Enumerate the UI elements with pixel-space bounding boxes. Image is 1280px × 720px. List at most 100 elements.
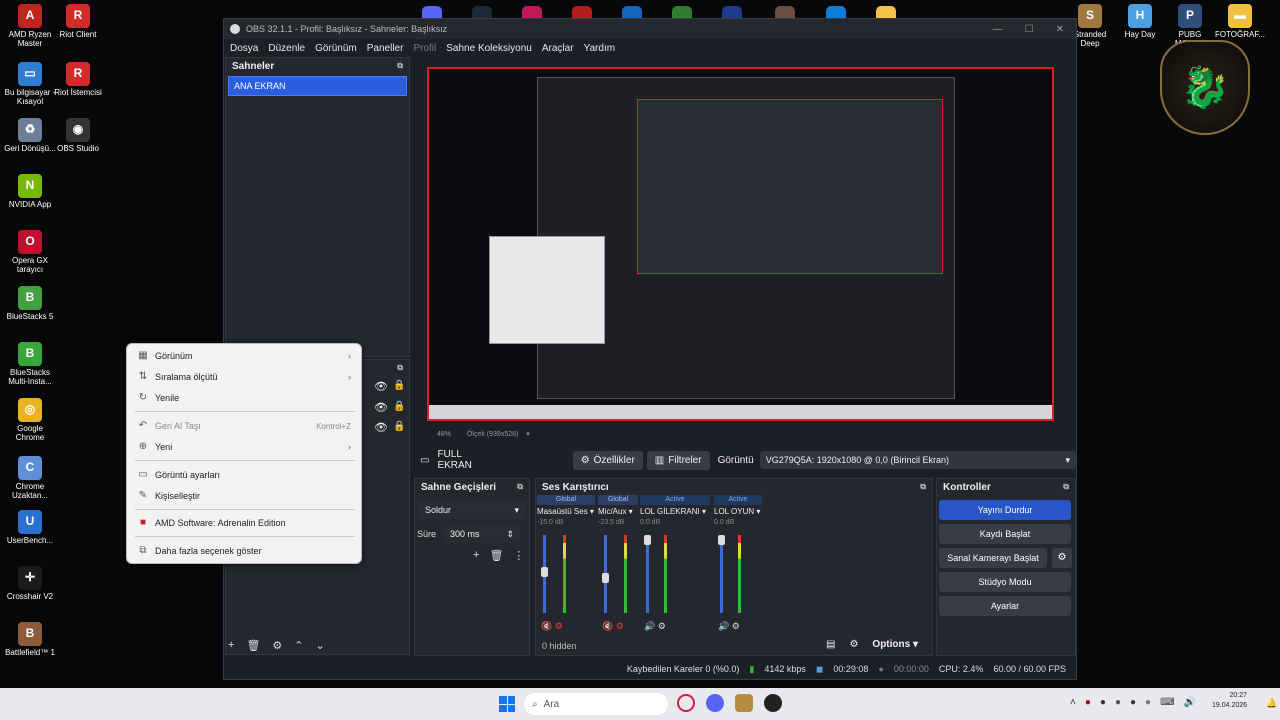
desktop-icon[interactable]: ✛ Crosshair V2 xyxy=(4,566,56,602)
volume-slider-knob[interactable] xyxy=(602,573,609,583)
float-dock-icon[interactable]: ⧉ xyxy=(517,482,523,492)
filters-button[interactable]: ▥ Filtreler xyxy=(646,450,710,470)
desktop-icon[interactable]: B BlueStacks Multi-Insta... xyxy=(4,342,56,387)
volume-slider[interactable] xyxy=(646,535,649,613)
start-icon[interactable] xyxy=(499,696,515,712)
opera-gx-icon[interactable] xyxy=(677,694,695,712)
menu-edit[interactable]: Düzenle xyxy=(268,43,305,54)
preview-canvas[interactable] xyxy=(427,67,1054,421)
start-virtual-camera-button[interactable]: Sanal Kamerayı Başlat xyxy=(939,548,1047,568)
scene-item-ana-ekran[interactable]: ANA EKRAN xyxy=(228,76,407,96)
virtual-camera-settings-icon[interactable]: ⚙ xyxy=(1052,548,1072,568)
mute-settings-icons[interactable]: 🔇 ⚙ xyxy=(602,621,624,632)
chevron-down-icon[interactable]: ▾ xyxy=(526,431,530,438)
transition-select[interactable]: Soldur ▾ xyxy=(419,501,525,519)
chevron-up-icon[interactable]: ˄ xyxy=(1070,697,1076,708)
desktop-icon[interactable]: ◎ Google Chrome xyxy=(4,398,56,443)
settings-icon[interactable]: ⚙ xyxy=(849,639,858,650)
ctx-undo-move[interactable]: ↶ Geri Al Taşı Kontrol+Z xyxy=(127,416,361,436)
ctx-sort-by[interactable]: ⇅ Sıralama ölçütü › xyxy=(127,367,361,387)
desktop-icon[interactable]: ▭ Bu bilgisayar - Kısayol xyxy=(4,62,56,107)
desktop-icon[interactable]: R Riot İstemcisi xyxy=(52,62,104,98)
volume-slider-knob[interactable] xyxy=(644,535,651,545)
volume-slider-knob[interactable] xyxy=(541,567,548,577)
close-icon[interactable]: ✕ xyxy=(1056,24,1064,35)
mute-settings-icons[interactable]: 🔇 ⚙ xyxy=(541,621,563,632)
float-dock-icon[interactable]: ⧉ xyxy=(1063,482,1069,492)
settings-button[interactable]: Ayarlar xyxy=(939,596,1071,616)
volume-icon[interactable]: 🔊 xyxy=(1184,697,1196,708)
tray-app-icon[interactable]: ● xyxy=(1100,697,1106,708)
tray-app-icon[interactable]: ● xyxy=(1130,697,1136,708)
channel-name[interactable]: LOL GİLEKRANI ▾ xyxy=(640,507,710,516)
minimize-icon[interactable]: — xyxy=(993,24,1003,35)
desktop-icon[interactable]: N NVIDIA App xyxy=(4,174,56,210)
trash-icon[interactable]: 🗑 xyxy=(489,549,503,562)
lock-icon[interactable]: 🔒 xyxy=(393,380,405,391)
volume-slider-knob[interactable] xyxy=(718,535,725,545)
clock[interactable]: 20:27 19.04.2026 xyxy=(1212,691,1247,711)
menu-help[interactable]: Yardım xyxy=(584,43,616,54)
float-dock-icon[interactable]: ⧉ xyxy=(397,363,403,373)
tray-app-icon[interactable]: ● xyxy=(1145,697,1151,708)
studio-mode-button[interactable]: Stüdyo Modu xyxy=(939,572,1071,592)
move-down-icon[interactable]: ⌄ xyxy=(316,639,325,652)
tray-app-icon[interactable]: ● xyxy=(1085,697,1091,708)
desktop-icon[interactable]: H Hay Day xyxy=(1114,4,1166,40)
menu-view[interactable]: Görünüm xyxy=(315,43,357,54)
layout-icon[interactable]: ▤ xyxy=(826,639,835,650)
mute-settings-icons[interactable]: 🔊 ⚙ xyxy=(644,621,666,632)
stop-streaming-button[interactable]: Yayını Durdur xyxy=(939,500,1071,520)
channel-name[interactable]: Mic/Aux ▾ xyxy=(598,507,638,516)
desktop-icon[interactable]: C Chrome Uzaktan... xyxy=(4,456,56,501)
options-button[interactable]: Options ▾ xyxy=(872,639,918,650)
eye-icon[interactable]: 👁 xyxy=(374,401,388,414)
discord-icon[interactable] xyxy=(706,694,724,712)
volume-slider[interactable] xyxy=(720,535,723,613)
eye-icon[interactable]: 👁 xyxy=(374,421,388,434)
menu-file[interactable]: Dosya xyxy=(230,43,258,54)
float-dock-icon[interactable]: ⧉ xyxy=(920,482,926,492)
gear-icon[interactable]: ⚙ xyxy=(272,639,282,652)
desktop-icon[interactable]: O Opera GX tarayıcı xyxy=(4,230,56,275)
ctx-personalize[interactable]: ✎ Kişiselleştir xyxy=(127,486,361,506)
channel-name[interactable]: Masaüstü Ses ▾ xyxy=(537,507,595,516)
float-dock-icon[interactable]: ⧉ xyxy=(397,61,403,71)
more-icon[interactable]: ⋮ xyxy=(513,549,524,562)
menu-tools[interactable]: Araçlar xyxy=(542,43,574,54)
ctx-more-options[interactable]: ⧉ Daha fazla seçenek göster xyxy=(127,541,361,561)
desktop-icon[interactable]: ▬ FOTOĞRAF... xyxy=(1214,4,1266,40)
eye-icon[interactable]: 👁 xyxy=(374,380,388,393)
add-icon[interactable]: + xyxy=(228,639,234,652)
desktop-icon[interactable]: B BlueStacks 5 xyxy=(4,286,56,322)
desktop-icon[interactable]: R Riot Client xyxy=(52,4,104,40)
display-select[interactable]: VG279Q5A: 1920x1080 @ 0,0 (Birincil Ekra… xyxy=(759,451,1076,469)
desktop-icon[interactable]: ◉ OBS Studio xyxy=(52,118,104,154)
lock-icon[interactable]: 🔒 xyxy=(393,421,405,432)
move-up-icon[interactable]: ⌃ xyxy=(294,639,303,652)
ctx-display-settings[interactable]: ▭ Görüntü ayarları xyxy=(127,465,361,485)
desktop-icon[interactable]: A AMD Ryzen Master xyxy=(4,4,56,49)
ctx-amd-software[interactable]: ■ AMD Software: Adrenalin Edition xyxy=(127,513,361,533)
desktop-icon[interactable]: B Battlefield™ 1 xyxy=(4,622,56,658)
tray-app-icon[interactable]: ● xyxy=(1115,697,1121,708)
add-icon[interactable]: + xyxy=(473,549,479,562)
maximize-icon[interactable]: ☐ xyxy=(1025,24,1034,35)
league-icon[interactable] xyxy=(735,694,753,712)
start-recording-button[interactable]: Kaydı Başlat xyxy=(939,524,1071,544)
taskbar-search[interactable]: ⌕ Ara xyxy=(524,693,668,715)
ctx-refresh[interactable]: ↻ Yenile xyxy=(127,388,361,408)
mute-settings-icons[interactable]: 🔊 ⚙ xyxy=(718,621,740,632)
menu-docks[interactable]: Paneller xyxy=(367,43,404,54)
lock-icon[interactable]: 🔒 xyxy=(393,401,405,412)
trash-icon[interactable]: 🗑 xyxy=(246,639,260,652)
desktop-icon[interactable]: U UserBench... xyxy=(4,510,56,546)
desktop-icon[interactable]: ♻ Geri Dönüşü... xyxy=(4,118,56,154)
notification-icon[interactable]: 🔔 xyxy=(1266,698,1277,709)
preview-scale[interactable]: Ölçek (939x528) xyxy=(467,431,518,438)
menu-profile[interactable]: Profil xyxy=(413,43,436,54)
duration-input[interactable]: 300 ms ⇕ xyxy=(444,525,521,543)
ctx-view[interactable]: ▦ Görünüm › xyxy=(127,346,361,366)
network-icon[interactable]: ⌨ xyxy=(1160,697,1174,708)
properties-button[interactable]: ⚙ Özellikler xyxy=(572,450,643,470)
